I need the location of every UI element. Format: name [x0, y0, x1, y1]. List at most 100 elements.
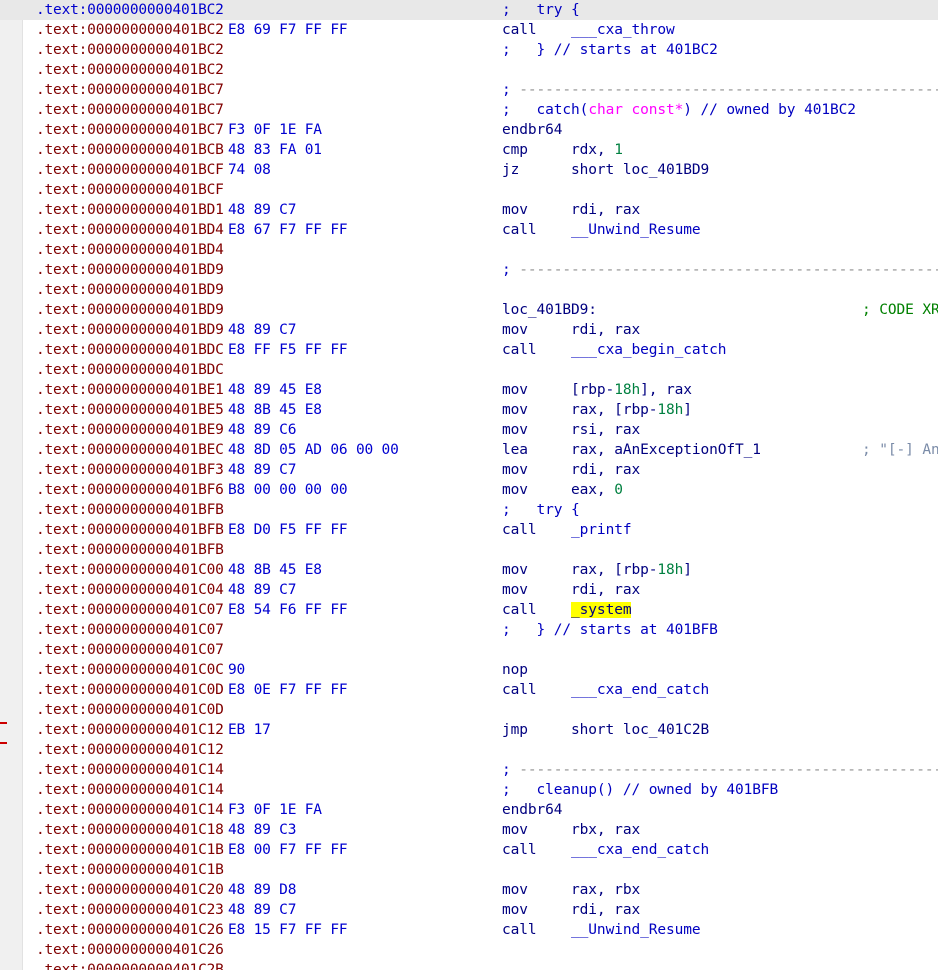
disassembly-line[interactable]: .text:0000000000401BE148 89 45 E8mov [rb…: [0, 380, 938, 400]
disassembly-line[interactable]: .text:0000000000401BC2 ; } // starts at 4…: [0, 40, 938, 60]
line-address: .text:0000000000401BC7: [36, 100, 224, 120]
opcode-bytes: 48 8B 45 E8: [228, 560, 322, 580]
disassembly-line[interactable]: .text:0000000000401BC7F3 0F 1E FAendbr64: [0, 120, 938, 140]
instruction-text[interactable]: mov rax, rbx: [502, 880, 640, 900]
disassembly-line[interactable]: .text:0000000000401BCF: [0, 180, 938, 200]
instruction-text[interactable]: mov rsi, rax: [502, 420, 640, 440]
disassembly-line[interactable]: .text:0000000000401BC7 ; catch(char const…: [0, 100, 938, 120]
instruction-text[interactable]: ; --------------------------------------…: [502, 260, 938, 280]
disassembly-line[interactable]: .text:0000000000401C1BE8 00 F7 FF FFcall…: [0, 840, 938, 860]
disassembly-line[interactable]: .text:0000000000401C0D: [0, 700, 938, 720]
disassembly-line[interactable]: .text:0000000000401C14; ----------------…: [0, 760, 938, 780]
disassembly-line[interactable]: .text:0000000000401C2048 89 D8mov rax, r…: [0, 880, 938, 900]
instruction-text[interactable]: mov rdi, rax: [502, 460, 640, 480]
instruction-text[interactable]: mov rax, [rbp-18h]: [502, 400, 692, 420]
opcode-bytes: 48 89 C7: [228, 320, 296, 340]
instruction-text[interactable]: jmp short loc_401C2B: [502, 720, 709, 740]
instruction-text[interactable]: endbr64: [502, 800, 562, 820]
instruction-text[interactable]: mov rdi, rax: [502, 900, 640, 920]
disassembly-line[interactable]: .text:0000000000401BFB; try {: [0, 500, 938, 520]
instruction-text[interactable]: mov [rbp-18h], rax: [502, 380, 692, 400]
instruction-text[interactable]: call __Unwind_Resume: [502, 920, 701, 940]
disassembly-line[interactable]: .text:0000000000401C26E8 15 F7 FF FFcall…: [0, 920, 938, 940]
line-address: .text:0000000000401C18: [36, 820, 224, 840]
disassembly-line[interactable]: .text:0000000000401C1B: [0, 860, 938, 880]
disassembly-line[interactable]: .text:0000000000401C14F3 0F 1E FAendbr64: [0, 800, 938, 820]
disassembly-line[interactable]: .text:0000000000401C1848 89 C3mov rbx, r…: [0, 820, 938, 840]
disassembly-line[interactable]: .text:0000000000401C2348 89 C7mov rdi, r…: [0, 900, 938, 920]
instruction-text[interactable]: mov rdi, rax: [502, 580, 640, 600]
instruction-text[interactable]: call ___cxa_end_catch: [502, 840, 709, 860]
disassembly-line[interactable]: .text:0000000000401C0DE8 0E F7 FF FFcall…: [0, 680, 938, 700]
instruction-text[interactable]: ; catch(char const*) // owned by 401BC2: [502, 100, 856, 120]
disassembly-line[interactable]: .text:0000000000401BE948 89 C6mov rsi, r…: [0, 420, 938, 440]
instruction-text[interactable]: ; --------------------------------------…: [502, 760, 938, 780]
instruction-text[interactable]: call __Unwind_Resume: [502, 220, 701, 240]
disassembly-line[interactable]: .text:0000000000401BE548 8B 45 E8mov rax…: [0, 400, 938, 420]
instruction-text[interactable]: ; } // starts at 401BFB: [502, 620, 718, 640]
instruction-text[interactable]: mov rbx, rax: [502, 820, 640, 840]
line-address: .text:0000000000401BC2: [36, 40, 224, 60]
disassembly-line[interactable]: .text:0000000000401C0C90nop: [0, 660, 938, 680]
disassembly-line[interactable]: .text:0000000000401BCB48 83 FA 01cmp rdx…: [0, 140, 938, 160]
disassembly-line[interactable]: .text:0000000000401BDC: [0, 360, 938, 380]
disassembly-line[interactable]: .text:0000000000401BF6B8 00 00 00 00mov …: [0, 480, 938, 500]
instruction-text[interactable]: call _printf: [502, 520, 631, 540]
disassembly-line[interactable]: .text:0000000000401BF348 89 C7mov rdi, r…: [0, 460, 938, 480]
instruction-text[interactable]: call ___cxa_throw: [502, 20, 675, 40]
opcode-bytes: E8 15 F7 FF FF: [228, 920, 347, 940]
disassembly-line[interactable]: .text:0000000000401BDCE8 FF F5 FF FFcall…: [0, 340, 938, 360]
disassembly-line[interactable]: .text:0000000000401BC2: [0, 60, 938, 80]
opcode-bytes: F3 0F 1E FA: [228, 120, 322, 140]
line-address: .text:0000000000401BD1: [36, 200, 224, 220]
disassembly-line[interactable]: .text:0000000000401C07 ; } // starts at 4…: [0, 620, 938, 640]
instruction-text[interactable]: call ___cxa_end_catch: [502, 680, 709, 700]
disassembly-line[interactable]: .text:0000000000401C12EB 17jmp short loc…: [0, 720, 938, 740]
instruction-text[interactable]: mov eax, 0: [502, 480, 623, 500]
disassembly-line[interactable]: .text:0000000000401BC2 ; try {: [0, 0, 938, 20]
instruction-text[interactable]: nop: [502, 660, 528, 680]
disassembly-line[interactable]: .text:0000000000401C12: [0, 740, 938, 760]
disassembly-line[interactable]: .text:0000000000401C0048 8B 45 E8mov rax…: [0, 560, 938, 580]
disassembly-view[interactable]: .text:0000000000401BC2; try {.text:00000…: [0, 0, 938, 970]
instruction-text[interactable]: mov rdi, rax: [502, 200, 640, 220]
disassembly-line[interactable]: .text:0000000000401BC2E8 69 F7 FF FFcall…: [0, 20, 938, 40]
instruction-text[interactable]: lea rax, aAnExceptionOfT_1: [502, 440, 761, 460]
instruction-text[interactable]: mov rax, [rbp-18h]: [502, 560, 692, 580]
disassembly-line[interactable]: .text:0000000000401BFB: [0, 540, 938, 560]
disassembly-line[interactable]: .text:0000000000401BD9; ----------------…: [0, 260, 938, 280]
instruction-text[interactable]: loc_401BD9:: [502, 300, 597, 320]
line-address: .text:0000000000401C07: [36, 620, 224, 640]
disassembly-line[interactable]: .text:0000000000401C2B: [0, 960, 938, 970]
disassembly-line[interactable]: .text:0000000000401C07: [0, 640, 938, 660]
disassembly-line-list[interactable]: .text:0000000000401BC2; try {.text:00000…: [0, 0, 938, 970]
instruction-text[interactable]: call _system: [502, 600, 631, 620]
instruction-text[interactable]: ; --------------------------------------…: [502, 80, 938, 100]
disassembly-line[interactable]: .text:0000000000401C14; cleanup() // own…: [0, 780, 938, 800]
disassembly-line[interactable]: .text:0000000000401BEC48 8D 05 AD 06 00 …: [0, 440, 938, 460]
line-address: .text:0000000000401BFB: [36, 520, 224, 540]
instruction-text[interactable]: call ___cxa_begin_catch: [502, 340, 726, 360]
disassembly-line[interactable]: .text:0000000000401BD9loc_401BD9:; CODE …: [0, 300, 938, 320]
disassembly-line[interactable]: .text:0000000000401BD9: [0, 280, 938, 300]
instruction-text[interactable]: ; cleanup() // owned by 401BFB: [502, 780, 778, 800]
instruction-text[interactable]: endbr64: [502, 120, 562, 140]
instruction-text[interactable]: ; } // starts at 401BC2: [502, 40, 718, 60]
disassembly-line[interactable]: .text:0000000000401C26: [0, 940, 938, 960]
disassembly-line[interactable]: .text:0000000000401BD4E8 67 F7 FF FFcall…: [0, 220, 938, 240]
line-address: .text:0000000000401BC2: [36, 0, 224, 20]
instruction-text[interactable]: jz short loc_401BD9: [502, 160, 709, 180]
disassembly-line[interactable]: .text:0000000000401BFBE8 D0 F5 FF FFcall…: [0, 520, 938, 540]
instruction-text[interactable]: ; try {: [502, 500, 580, 520]
disassembly-line[interactable]: .text:0000000000401BCF74 08jz short loc_…: [0, 160, 938, 180]
disassembly-line[interactable]: .text:0000000000401BC7; ----------------…: [0, 80, 938, 100]
disassembly-line[interactable]: .text:0000000000401BD4: [0, 240, 938, 260]
instruction-text[interactable]: cmp rdx, 1: [502, 140, 623, 160]
disassembly-line[interactable]: .text:0000000000401BD148 89 C7mov rdi, r…: [0, 200, 938, 220]
line-address: .text:0000000000401BCB: [36, 140, 224, 160]
disassembly-line[interactable]: .text:0000000000401C07E8 54 F6 FF FFcall…: [0, 600, 938, 620]
instruction-text[interactable]: ; try {: [502, 0, 580, 20]
instruction-text[interactable]: mov rdi, rax: [502, 320, 640, 340]
disassembly-line[interactable]: .text:0000000000401C0448 89 C7mov rdi, r…: [0, 580, 938, 600]
disassembly-line[interactable]: .text:0000000000401BD948 89 C7mov rdi, r…: [0, 320, 938, 340]
